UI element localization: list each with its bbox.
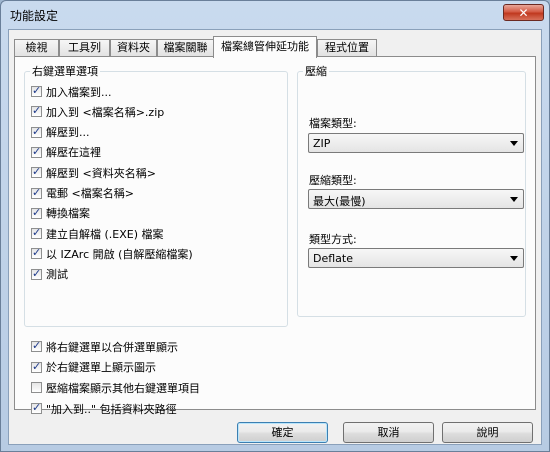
context-menu-item-checkbox[interactable]: ✓ 加入到 <檔案名稱>.zip	[31, 104, 164, 119]
checked-icon[interactable]: ✓	[31, 124, 42, 138]
checked-icon[interactable]: ✓	[31, 185, 42, 199]
compression-method-label: 類型方式:	[309, 233, 357, 246]
compression-method-value: Deflate	[313, 252, 353, 265]
cancel-button[interactable]: 取消	[343, 422, 434, 443]
chevron-down-icon	[510, 197, 518, 202]
option-checkbox[interactable]: 壓縮檔案顯示其他右鍵選單項目	[31, 380, 200, 395]
context-menu-item-label: 以 IZArc 開啟 (自解壓縮檔案)	[46, 247, 193, 261]
compression-method-select[interactable]: Deflate	[308, 248, 524, 268]
option-label: 於右鍵選單上顯示圖示	[46, 361, 156, 375]
checkmark-icon: ✓	[32, 124, 42, 138]
help-button[interactable]: 說明	[442, 422, 533, 443]
close-button[interactable]: ✕	[503, 4, 544, 21]
checkmark-icon: ✓	[32, 205, 42, 219]
tab-panel-shell-extension: 右鍵選單選項 ✓ 加入檔案到... ✓ 加入到 <檔案名稱>.zip ✓ 解壓到... ✓ 解…	[14, 56, 536, 416]
compression-level-select[interactable]: 最大(最慢)	[308, 189, 524, 209]
dialog-client: 檢視 工具列 資料夾 檔案關聯 檔案總管伸延功能 程式位置 右鍵選單選項 ✓ 加入…	[8, 29, 542, 445]
checked-icon[interactable]: ✓	[31, 266, 42, 280]
context-menu-item-label: 測試	[46, 268, 68, 282]
compression-legend: 壓縮	[305, 65, 327, 78]
context-menu-item-checkbox[interactable]: ✓ 解壓在這裡	[31, 145, 101, 160]
checked-icon[interactable]: ✓	[31, 401, 42, 415]
close-icon: ✕	[518, 6, 529, 20]
context-menu-item-checkbox[interactable]: ✓ 轉換檔案	[31, 206, 90, 221]
chevron-down-icon	[510, 141, 518, 146]
checked-icon[interactable]: ✓	[31, 226, 42, 240]
context-menu-item-checkbox[interactable]: ✓ 以 IZArc 開啟 (自解壓縮檔案)	[31, 246, 193, 261]
context-menu-item-label: 解壓到...	[46, 126, 90, 140]
checkmark-icon: ✓	[32, 246, 42, 260]
option-checkbox[interactable]: ✓ "加入到.." 包括資料夾路徑	[31, 401, 177, 416]
checked-icon[interactable]: ✓	[31, 84, 42, 97]
window-title: 功能設定	[10, 9, 59, 23]
context-menu-item-checkbox[interactable]: ✓ 建立自解檔 (.EXE) 檔案	[31, 226, 164, 241]
tab-folders[interactable]: 資料夾	[110, 39, 157, 57]
checkmark-icon: ✓	[32, 226, 42, 240]
tab-toolbar[interactable]: 工具列	[59, 39, 110, 57]
tab-program-location[interactable]: 程式位置	[317, 39, 377, 57]
context-menu-item-label: 轉換檔案	[46, 207, 90, 221]
checkmark-icon: ✓	[32, 339, 42, 352]
chevron-down-icon	[510, 256, 518, 261]
compression-level-value: 最大(最慢)	[313, 195, 366, 208]
context-menu-item-checkbox[interactable]: ✓ 解壓到 <資料夾名稱>	[31, 165, 156, 180]
file-type-value: ZIP	[313, 137, 331, 150]
checked-icon[interactable]: ✓	[31, 246, 42, 260]
context-menu-item-checkbox[interactable]: ✓ 加入檔案到...	[31, 84, 112, 99]
checked-icon[interactable]: ✓	[31, 144, 42, 158]
file-type-select[interactable]: ZIP	[308, 133, 524, 153]
checkmark-icon: ✓	[32, 266, 42, 280]
option-checkbox[interactable]: ✓ 於右鍵選單上顯示圖示	[31, 360, 156, 375]
checked-icon[interactable]: ✓	[31, 165, 42, 179]
option-label: 將右鍵選單以合併選單顯示	[46, 340, 178, 354]
compression-level-label: 壓縮類型:	[309, 174, 357, 187]
checkmark-icon: ✓	[32, 185, 42, 199]
checked-icon[interactable]: ✓	[31, 104, 42, 118]
tab-file-association[interactable]: 檔案關聯	[157, 39, 214, 57]
checked-icon[interactable]: ✓	[31, 339, 42, 352]
context-menu-item-label: 解壓到 <資料夾名稱>	[46, 166, 156, 180]
context-menu-item-label: 建立自解檔 (.EXE) 檔案	[46, 227, 164, 241]
unchecked-icon[interactable]	[31, 382, 42, 394]
context-menu-item-label: 加入檔案到...	[46, 85, 112, 99]
settings-window: 功能設定 ✕ 檢視 工具列 資料夾 檔案關聯 檔案總管伸延功能 程式位置 右鍵選…	[0, 0, 550, 452]
context-menu-item-label: 電郵 <檔案名稱>	[46, 187, 134, 200]
tab-shell-extension[interactable]: 檔案總管伸延功能	[213, 36, 317, 58]
checkmark-icon: ✓	[32, 359, 42, 373]
checkmark-icon: ✓	[32, 84, 42, 97]
context-menu-item-checkbox[interactable]: ✓ 電郵 <檔案名稱>	[31, 186, 134, 201]
context-menu-item-label: 加入到 <檔案名稱>.zip	[46, 105, 165, 119]
title-bar[interactable]: 功能設定 ✕	[1, 1, 549, 27]
option-label: 壓縮檔案顯示其他右鍵選單項目	[46, 381, 200, 395]
option-label: "加入到.." 包括資料夾路徑	[46, 402, 177, 416]
context-menu-legend: 右鍵選單選項	[32, 65, 98, 78]
checked-icon[interactable]: ✓	[31, 359, 42, 373]
option-checkbox[interactable]: ✓ 將右鍵選單以合併選單顯示	[31, 339, 178, 354]
file-type-label: 檔案類型:	[309, 117, 357, 130]
checkmark-icon: ✓	[32, 401, 42, 415]
context-menu-item-checkbox[interactable]: ✓ 解壓到...	[31, 125, 90, 140]
checkmark-icon: ✓	[32, 104, 42, 118]
context-menu-item-checkbox[interactable]: ✓ 測試	[31, 267, 68, 282]
context-menu-item-label: 解壓在這裡	[46, 146, 101, 160]
checkmark-icon: ✓	[32, 144, 42, 158]
tab-view[interactable]: 檢視	[14, 39, 59, 57]
checked-icon[interactable]: ✓	[31, 205, 42, 219]
ok-button[interactable]: 確定	[237, 422, 328, 443]
checkmark-icon: ✓	[32, 165, 42, 179]
